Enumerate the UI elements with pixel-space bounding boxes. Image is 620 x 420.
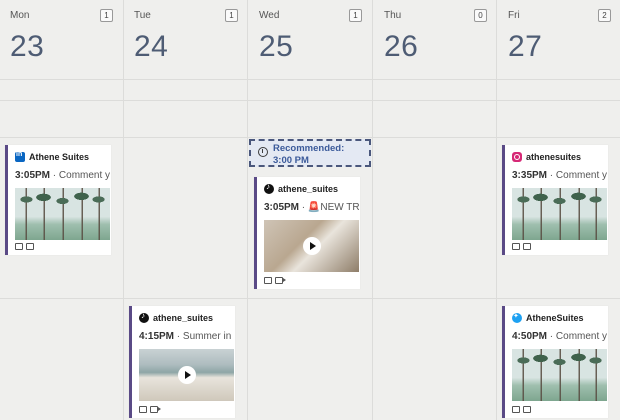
post-time: 3:05PM (15, 170, 51, 181)
post-count-badge: 0 (474, 9, 487, 22)
post-time-text: 3:05PM · 🚨NEW TRE (264, 202, 360, 213)
tiktok-icon (139, 311, 149, 323)
post-time-text: 3:05PM · Comment y (15, 170, 110, 181)
post-card-fri-2[interactable]: AtheneSuites 4:50PM · Comment y (502, 306, 608, 418)
day-number: 26 (384, 30, 419, 63)
account-name: athene_suites (153, 313, 214, 323)
video-icon (150, 406, 161, 413)
post-caption: · Comment y (549, 331, 608, 342)
recommended-label: Recommended: (273, 143, 345, 154)
post-caption: · Summer in (176, 331, 232, 342)
clock-icon (258, 147, 268, 157)
linkedin-icon (15, 151, 25, 162)
post-image-thumbnail[interactable] (512, 349, 607, 401)
post-card-wed[interactable]: athene_suites 3:05PM · 🚨NEW TRE (254, 177, 360, 289)
calendar-icon (264, 277, 272, 284)
play-icon[interactable] (177, 366, 196, 384)
hour-divider (0, 298, 620, 299)
day-name: Wed (259, 10, 280, 21)
day-number: 24 (134, 30, 169, 63)
calendar-icon (15, 243, 23, 250)
account-name: athene_suites (278, 184, 339, 194)
post-image-thumbnail[interactable] (15, 188, 110, 240)
day-number: 23 (10, 30, 45, 63)
post-count-badge: 1 (225, 9, 238, 22)
instagram-icon (512, 152, 522, 162)
account-name: Athene Suites (29, 152, 90, 162)
post-caption: · Comment y (52, 170, 111, 181)
post-card-fri-1[interactable]: athenesuites 3:35PM · Comment y (502, 145, 608, 255)
post-time-text: 3:35PM · Comment y (512, 170, 607, 181)
day-name: Fri (508, 10, 520, 21)
post-caption: · Comment y (549, 170, 608, 181)
post-image-thumbnail[interactable] (512, 188, 607, 240)
video-icon (275, 277, 286, 284)
day-name: Tue (134, 10, 151, 21)
hour-divider (0, 137, 620, 138)
calendar-icon (512, 243, 520, 250)
day-number: 25 (259, 30, 294, 63)
twitter-icon (512, 312, 522, 323)
post-time: 4:15PM (139, 331, 175, 342)
image-icon (523, 243, 531, 250)
image-icon (26, 243, 34, 250)
post-caption: · 🚨NEW TRE (301, 202, 360, 213)
account-name: athenesuites (526, 152, 582, 162)
post-count-badge: 2 (598, 9, 611, 22)
image-icon (523, 406, 531, 413)
hour-divider (0, 100, 620, 101)
post-time-text: 4:15PM · Summer in (139, 331, 231, 342)
hour-divider (0, 79, 620, 80)
post-time: 3:05PM (264, 202, 300, 213)
post-card-mon[interactable]: Athene Suites 3:05PM · Comment y (5, 145, 111, 255)
post-time: 3:35PM (512, 170, 548, 181)
account-name: AtheneSuites (526, 313, 584, 323)
post-count-badge: 1 (100, 9, 113, 22)
tiktok-icon (264, 182, 274, 194)
post-count-badge: 1 (349, 9, 362, 22)
calendar-icon (512, 406, 520, 413)
recommended-time-slot[interactable]: Recommended: 3:00 PM (249, 139, 371, 167)
day-name: Thu (384, 10, 402, 21)
play-icon[interactable] (302, 237, 321, 255)
post-video-thumbnail[interactable] (264, 220, 359, 272)
post-time: 4:50PM (512, 331, 548, 342)
post-time-text: 4:50PM · Comment y (512, 331, 607, 342)
day-name: Mon (10, 10, 30, 21)
recommended-time: 3:00 PM (273, 155, 309, 166)
post-card-tue[interactable]: athene_suites 4:15PM · Summer in (129, 306, 235, 418)
post-video-thumbnail[interactable] (139, 349, 234, 401)
calendar-icon (139, 406, 147, 413)
day-number: 27 (508, 30, 543, 63)
